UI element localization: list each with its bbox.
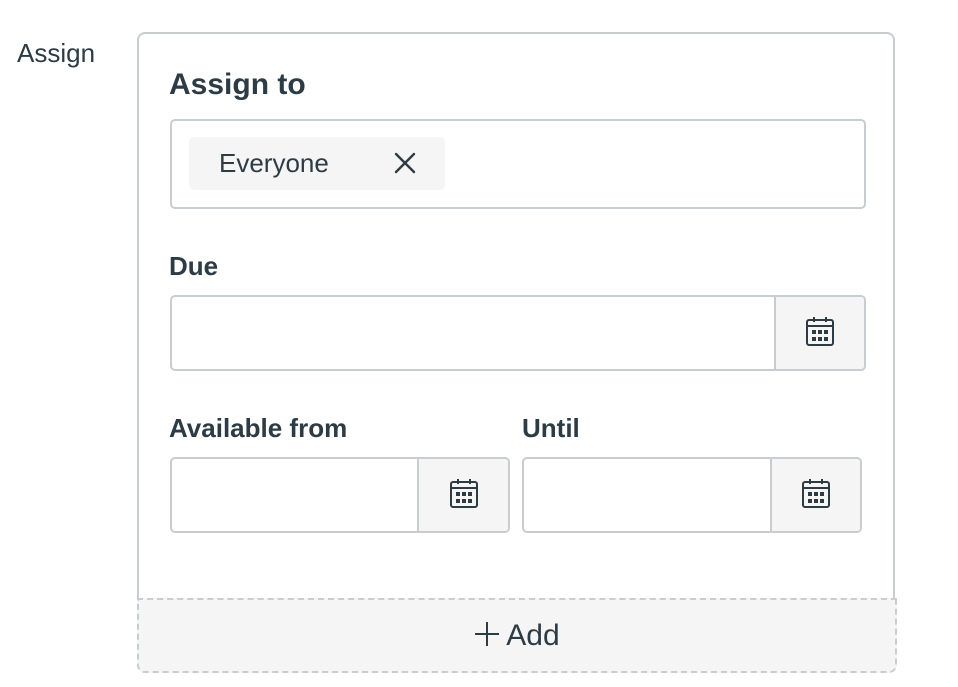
plus-icon: [474, 619, 500, 653]
assignee-tag-label: Everyone: [219, 148, 329, 178]
close-icon[interactable]: [389, 147, 421, 179]
available-from-input[interactable]: [172, 459, 420, 531]
available-from-label: Available from: [169, 413, 348, 443]
until-picker-button[interactable]: [770, 459, 860, 531]
due-date-field: [170, 295, 866, 371]
until-field: [522, 457, 862, 533]
available-from-picker-button[interactable]: [417, 459, 508, 531]
assign-to-input[interactable]: Everyone: [170, 119, 866, 209]
assign-card: Assign to Everyone Due Available from Un…: [137, 32, 895, 598]
due-date-picker-button[interactable]: [774, 297, 864, 369]
assign-to-label: Assign to: [169, 68, 306, 101]
calendar-icon: [805, 315, 835, 352]
calendar-icon: [449, 477, 479, 514]
add-assignment-button[interactable]: Add: [137, 598, 897, 673]
available-from-field: [170, 457, 510, 533]
add-button-label: Add: [506, 618, 560, 652]
assignee-tag-everyone: Everyone: [189, 137, 445, 190]
due-date-input[interactable]: [172, 297, 776, 369]
due-label: Due: [169, 251, 219, 281]
section-label-assign: Assign: [17, 38, 96, 68]
calendar-icon: [801, 477, 831, 514]
until-label: Until: [522, 413, 580, 443]
until-input[interactable]: [524, 459, 772, 531]
